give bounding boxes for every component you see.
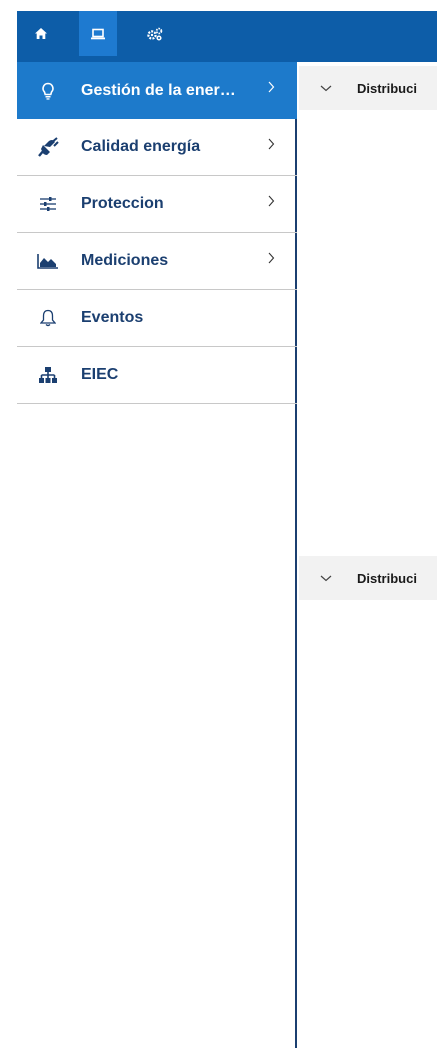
- gears-icon[interactable]: [136, 11, 174, 56]
- sidebar-item-gestion-energia[interactable]: Gestión de la ener…: [17, 62, 297, 119]
- sidebar-item-proteccion[interactable]: Proteccion: [17, 176, 297, 233]
- panel-title: Distribuci: [357, 80, 417, 96]
- hierarchy-icon: [35, 363, 61, 387]
- area-chart-icon: [35, 249, 61, 273]
- sidebar-item-calidad-energia[interactable]: Calidad energía: [17, 119, 297, 176]
- panel-title: Distribuci: [357, 570, 417, 586]
- sidebar-item-eventos[interactable]: Eventos: [17, 290, 297, 347]
- sidebar-item-eiec[interactable]: EIEC: [17, 347, 297, 404]
- top-toolbar: [17, 11, 437, 62]
- sidebar: Gestión de la ener… Calidad energía Prot…: [17, 62, 297, 1048]
- panel-header-distribucion-1[interactable]: Distribuci: [299, 66, 437, 110]
- sliders-icon: [35, 192, 61, 216]
- plug-icon: [35, 135, 61, 159]
- chevron-right-icon: [267, 251, 275, 267]
- panel-header-distribucion-2[interactable]: Distribuci: [299, 556, 437, 600]
- chevron-right-icon: [267, 137, 275, 153]
- laptop-icon[interactable]: [79, 11, 117, 56]
- sidebar-item-label: Eventos: [81, 309, 144, 326]
- chevron-down-icon[interactable]: [319, 81, 333, 95]
- sidebar-item-label: Proteccion: [81, 195, 164, 212]
- chevron-right-icon: [267, 194, 275, 210]
- lightbulb-icon: [35, 79, 61, 103]
- sidebar-item-label: Mediciones: [81, 252, 169, 269]
- chevron-right-icon: [267, 80, 275, 96]
- sidebar-item-label: Gestión de la ener…: [81, 81, 236, 99]
- sidebar-item-mediciones[interactable]: Mediciones: [17, 233, 297, 290]
- sidebar-item-label: Calidad energía: [81, 138, 201, 155]
- chevron-down-icon[interactable]: [319, 571, 333, 585]
- home-icon[interactable]: [22, 11, 60, 56]
- sidebar-item-label: EIEC: [81, 366, 119, 383]
- bell-icon: [35, 306, 61, 330]
